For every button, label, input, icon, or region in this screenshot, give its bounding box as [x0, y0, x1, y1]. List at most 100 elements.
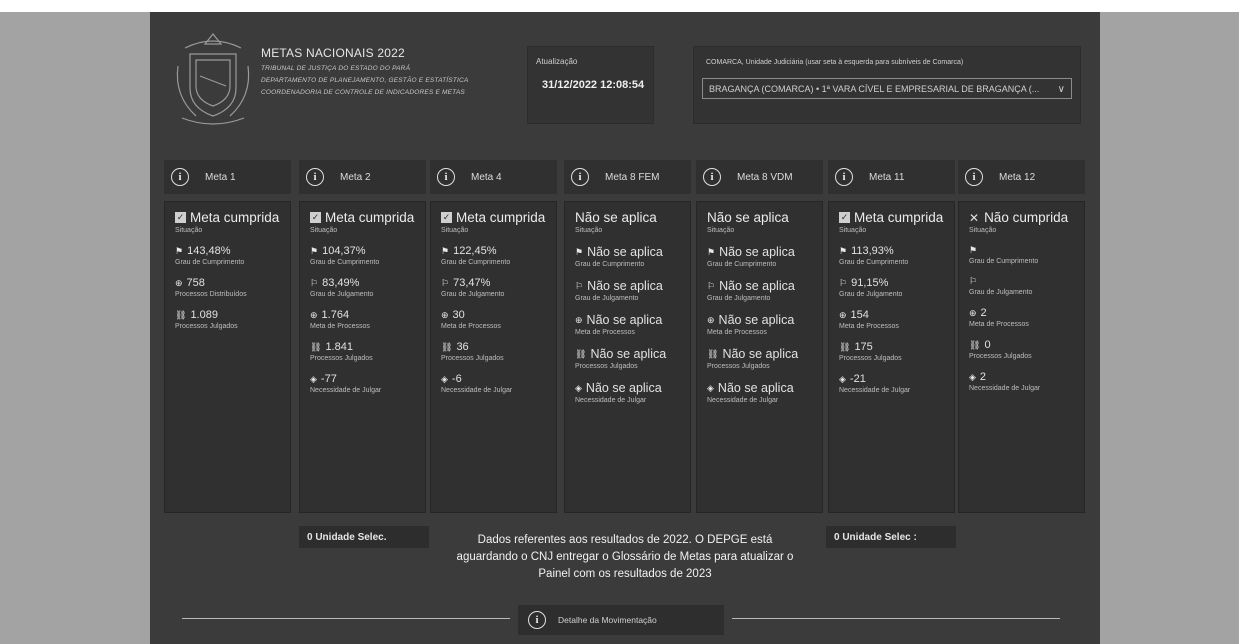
metric-processos-distribu-dos: ⊕ 758 Processos Distribuídos: [175, 277, 282, 298]
metric-value: 1.841: [325, 341, 353, 353]
metric-label: Meta de Processos: [839, 323, 899, 330]
meta-header-tab[interactable]: i Meta 11: [828, 160, 955, 194]
subtitle-department: DEPARTAMENTO DE PLANEJAMENTO, GESTÃO E E…: [261, 77, 469, 84]
gavel-icon: ⛓: [441, 341, 453, 352]
info-icon[interactable]: i: [437, 168, 455, 186]
metric-label: Necessidade de Julgar: [575, 397, 647, 404]
comarca-select[interactable]: BRAGANÇA (COMARCA) • 1ª VARA CÍVEL E EMP…: [702, 78, 1072, 99]
info-icon[interactable]: i: [571, 168, 589, 186]
metric-value: 83,49%: [322, 277, 360, 289]
metric-value: 2: [980, 307, 987, 319]
info-icon[interactable]: i: [306, 168, 324, 186]
metric-label: Grau de Julgamento: [310, 291, 374, 298]
metric-value: Não se aplica: [586, 313, 663, 327]
flag-filled-icon: ⚑: [839, 245, 848, 256]
metric-label: Processos Distribuídos: [175, 291, 247, 298]
meta-status: ✕ Não cumprida: [969, 210, 1076, 225]
meta-status-text: Meta cumprida: [854, 210, 944, 225]
metric-grau-de-cumprimento: ⚑ Não se aplica Grau de Cumprimento: [707, 245, 814, 268]
flag-outline-icon: ⚐: [575, 280, 584, 291]
checkbox-checked-icon: ✓: [441, 212, 452, 223]
meta-status: Não se aplica: [707, 210, 814, 225]
metric-grau-de-cumprimento: ⚑ 104,37% Grau de Cumprimento: [310, 245, 417, 266]
meta-header-tab[interactable]: i Meta 8 FEM: [564, 160, 691, 194]
status-label: Situação: [175, 227, 203, 234]
unit-selector-label: 0 Unidade Selec :: [834, 531, 917, 543]
metric-label: Necessidade de Julgar: [839, 387, 911, 394]
comarca-selected-value: BRAGANÇA (COMARCA) • 1ª VARA CÍVEL E EMP…: [709, 84, 1040, 94]
meta-column: i Meta 12 ✕ Não cumprida Situação ⚑ Grau …: [958, 160, 1085, 513]
metric-label: Necessidade de Julgar: [441, 387, 513, 394]
meta-card: ✓ Meta cumprida Situação ⚑ 122,45% Grau de…: [430, 201, 557, 513]
info-icon[interactable]: i: [835, 168, 853, 186]
metric-processos-julgados: ⛓ 36 Processos Julgados: [441, 341, 548, 362]
metric-processos-julgados: ⛓ 1.841 Processos Julgados: [310, 341, 417, 362]
meta-card: ✓ Meta cumprida Situação ⚑ 113,93% Grau de…: [828, 201, 955, 513]
flag-filled-icon: ⚑: [969, 245, 978, 255]
metric-grau-de-julgamento: ⚐ Grau de Julgamento: [969, 276, 1076, 296]
meta-status-text: Não se aplica: [575, 210, 657, 225]
metric-value: Não se aplica: [722, 347, 799, 361]
info-icon[interactable]: i: [171, 168, 189, 186]
update-value: 31/12/2022 12:08:54: [542, 79, 645, 91]
metric-label: Grau de Cumprimento: [839, 259, 909, 266]
metric-necessidade-de-julgar: ◈ 2 Necessidade de Julgar: [969, 371, 1076, 392]
metric-value: Não se aplica: [585, 381, 662, 395]
metric-label: Processos Julgados: [441, 355, 504, 362]
meta-header-tab[interactable]: i Meta 8 VDM: [696, 160, 823, 194]
subtitle-coordination: COORDENADORIA DE CONTROLE DE INDICADORES…: [261, 89, 465, 96]
metric-grau-de-julgamento: ⚐ Não se aplica Grau de Julgamento: [707, 279, 814, 302]
diamond-icon: ◈: [839, 373, 846, 384]
metric-value: 73,47%: [453, 277, 491, 289]
scale-icon: ⊕: [441, 309, 449, 320]
metric-grau-de-cumprimento: ⚑ 143,48% Grau de Cumprimento: [175, 245, 282, 266]
metric-label: Meta de Processos: [441, 323, 501, 330]
flag-filled-icon: ⚑: [310, 245, 319, 256]
info-icon[interactable]: i: [703, 168, 721, 186]
detail-movement-button[interactable]: i Detalhe da Movimentação: [518, 605, 724, 635]
chevron-down-icon: ∨: [1057, 84, 1065, 95]
unit-selector-meta-2[interactable]: 0 Unidade Selec.: [299, 526, 429, 548]
flag-filled-icon: ⚑: [175, 245, 184, 256]
meta-name: Meta 12: [999, 171, 1036, 183]
metric-grau-de-julgamento: ⚐ Não se aplica Grau de Julgamento: [575, 279, 682, 302]
meta-status-text: Meta cumprida: [190, 210, 280, 225]
metric-value: 113,93%: [851, 245, 894, 257]
meta-header-tab[interactable]: i Meta 2: [299, 160, 426, 194]
metric-value: 154: [850, 309, 869, 321]
meta-status-text: Meta cumprida: [325, 210, 415, 225]
metric-necessidade-de-julgar: ◈ -6 Necessidade de Julgar: [441, 373, 548, 394]
x-icon: ✕: [969, 210, 980, 225]
meta-status: ✓ Meta cumprida: [175, 210, 282, 225]
info-icon[interactable]: i: [965, 168, 983, 186]
metric-value: Não se aplica: [590, 347, 667, 361]
meta-header-tab[interactable]: i Meta 12: [958, 160, 1085, 194]
metric-label: Processos Julgados: [969, 353, 1032, 360]
metric-value: 1.764: [321, 309, 350, 321]
meta-card: ✕ Não cumprida Situação ⚑ Grau de Cumprim…: [958, 201, 1085, 513]
metric-meta-de-processos: ⊕ Não se aplica Meta de Processos: [575, 313, 682, 336]
metric-meta-de-processos: ⊕ 30 Meta de Processos: [441, 309, 548, 330]
meta-name: Meta 4: [471, 171, 502, 183]
metric-value: -21: [849, 373, 866, 385]
metric-label: Meta de Processos: [575, 329, 635, 336]
meta-header-tab[interactable]: i Meta 4: [430, 160, 557, 194]
meta-card: Não se aplica Situação ⚑ Não se aplica Gr…: [696, 201, 823, 513]
unit-selector-meta-11[interactable]: 0 Unidade Selec :: [826, 526, 956, 548]
metric-value: 0: [984, 339, 991, 351]
meta-header-tab[interactable]: i Meta 1: [164, 160, 291, 194]
metric-value: 175: [854, 341, 873, 353]
flag-outline-icon: ⚐: [839, 277, 848, 288]
flag-outline-icon: ⚐: [969, 276, 978, 286]
scale-icon: ⊕: [310, 309, 318, 320]
checkbox-checked-icon: ✓: [175, 212, 186, 223]
metric-label: Grau de Julgamento: [969, 289, 1033, 296]
coat-of-arms-icon: [176, 33, 250, 125]
scale-icon: ⊕: [175, 277, 183, 288]
detail-movement-label: Detalhe da Movimentação: [558, 615, 657, 625]
diamond-icon: ◈: [441, 373, 448, 384]
meta-column: i Meta 8 FEM Não se aplica Situação ⚑ Não…: [564, 160, 691, 513]
metric-grau-de-julgamento: ⚐ 83,49% Grau de Julgamento: [310, 277, 417, 298]
metric-value: Não se aplica: [717, 381, 794, 395]
status-label: Situação: [707, 227, 735, 234]
